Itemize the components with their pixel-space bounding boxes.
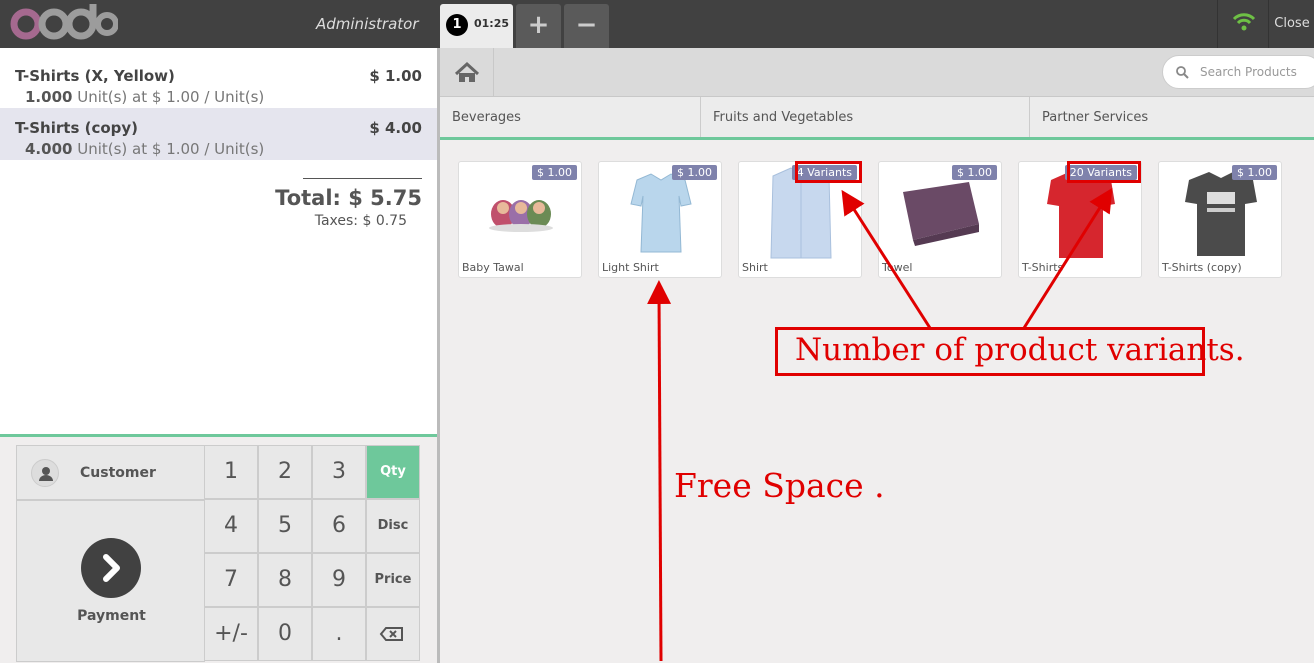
orderline-price: $ 4.00 <box>369 119 422 137</box>
product-card[interactable]: $ 1.00 Towel <box>878 161 1002 278</box>
variants-highlight <box>1067 161 1141 183</box>
orderline-qty: 4.000 <box>25 140 73 158</box>
numpad-key-1[interactable]: 1 <box>204 445 258 499</box>
product-card[interactable]: $ 1.00 Baby Tawal <box>458 161 582 278</box>
orderline-unit-info: Unit(s) at $ 1.00 / Unit(s) <box>72 88 265 106</box>
numpad-key-dot[interactable]: . <box>312 607 366 661</box>
mode-disc-button[interactable]: Disc <box>366 499 420 553</box>
add-order-button[interactable]: + <box>516 4 561 48</box>
top-bar: Administrator 1 01:25 + − Close <box>0 0 1314 48</box>
orderline-info: 4.000 Unit(s) at $ 1.00 / Unit(s) <box>25 140 264 158</box>
odoo-logo <box>10 4 118 40</box>
numpad-key-2[interactable]: 2 <box>258 445 312 499</box>
backspace-button[interactable] <box>366 607 420 661</box>
numpad-key-5[interactable]: 5 <box>258 499 312 553</box>
product-card[interactable]: $ 1.00 T-Shirts (copy) <box>1158 161 1282 278</box>
order-time: 01:25 <box>474 17 510 30</box>
mode-qty-button[interactable]: Qty <box>366 445 420 499</box>
search-box[interactable]: Search Products <box>1162 55 1314 89</box>
free-space-note: Free Space . <box>674 466 885 505</box>
product-name: Towel <box>882 261 913 274</box>
numpad-key-4[interactable]: 4 <box>204 499 258 553</box>
orderline-qty: 1.000 <box>25 88 73 106</box>
variants-note: Number of product variants. <box>795 332 1245 368</box>
avatar <box>31 459 59 487</box>
numpad-key-7[interactable]: 7 <box>204 553 258 607</box>
numpad-key-0[interactable]: 0 <box>258 607 312 661</box>
connection-status[interactable] <box>1217 0 1269 48</box>
numpad-key-sign[interactable]: +/- <box>204 607 258 661</box>
product-name: Shirt <box>742 261 768 274</box>
numpad-key-8[interactable]: 8 <box>258 553 312 607</box>
price-tag: $ 1.00 <box>952 165 997 180</box>
backspace-icon <box>379 627 403 641</box>
payment-circle <box>81 538 141 598</box>
product-name: Light Shirt <box>602 261 659 274</box>
category-partner-services[interactable]: Partner Services <box>1030 97 1314 137</box>
order-taxes: Taxes: $ 0.75 <box>314 213 407 229</box>
orderline-selected[interactable]: T-Shirts (copy) $ 4.00 4.000 Unit(s) at … <box>0 108 437 160</box>
product-name: T-Shirts <box>1022 261 1064 274</box>
user-icon <box>39 467 53 481</box>
price-tag: $ 1.00 <box>672 165 717 180</box>
remove-order-button[interactable]: − <box>564 4 609 48</box>
search-input[interactable]: Search Products <box>1200 65 1297 79</box>
orderline-name: T-Shirts (X, Yellow) <box>15 67 175 85</box>
order-total: Total: $ 5.75 <box>275 186 422 210</box>
orderline-info: 1.000 Unit(s) at $ 1.00 / Unit(s) <box>25 88 264 106</box>
customer-button[interactable]: Customer <box>16 445 205 500</box>
numpad-key-9[interactable]: 9 <box>312 553 366 607</box>
orderline-price: $ 1.00 <box>369 67 422 85</box>
product-name: Baby Tawal <box>462 261 524 274</box>
user-name[interactable]: Administrator <box>316 15 419 33</box>
category-beverages[interactable]: Beverages <box>440 97 701 137</box>
customer-label: Customer <box>80 465 156 481</box>
product-card[interactable]: $ 1.00 Light Shirt <box>598 161 722 278</box>
search-icon <box>1176 66 1189 79</box>
orderline-name: T-Shirts (copy) <box>15 119 139 137</box>
variants-highlight <box>795 161 862 183</box>
panel-divider <box>437 48 440 663</box>
orderline[interactable]: T-Shirts (X, Yellow) $ 1.00 1.000 Unit(s… <box>0 56 437 108</box>
mode-price-button[interactable]: Price <box>366 553 420 607</box>
wifi-icon <box>1232 13 1256 31</box>
numpad-key-3[interactable]: 3 <box>312 445 366 499</box>
payment-label: Payment <box>77 608 146 624</box>
pos-screen: Administrator 1 01:25 + − Close T-Shirts… <box>0 0 1314 663</box>
total-divider <box>303 178 422 179</box>
orderline-unit-info: Unit(s) at $ 1.00 / Unit(s) <box>72 140 265 158</box>
price-tag: $ 1.00 <box>532 165 577 180</box>
numpad-key-6[interactable]: 6 <box>312 499 366 553</box>
category-fruits-vegetables[interactable]: Fruits and Vegetables <box>701 97 1030 137</box>
home-icon <box>454 61 480 82</box>
breadcrumb-bar: Search Products <box>440 48 1314 97</box>
order-tab[interactable]: 1 01:25 <box>440 4 513 48</box>
price-tag: $ 1.00 <box>1232 165 1277 180</box>
close-button[interactable]: Close <box>1270 16 1314 31</box>
chevron-right-icon <box>103 554 120 582</box>
category-bar: Beverages Fruits and Vegetables Partner … <box>440 97 1314 140</box>
home-button[interactable] <box>440 48 494 97</box>
payment-button[interactable]: Payment <box>16 500 205 662</box>
product-name: T-Shirts (copy) <box>1162 261 1242 274</box>
order-number-badge: 1 <box>446 14 468 36</box>
